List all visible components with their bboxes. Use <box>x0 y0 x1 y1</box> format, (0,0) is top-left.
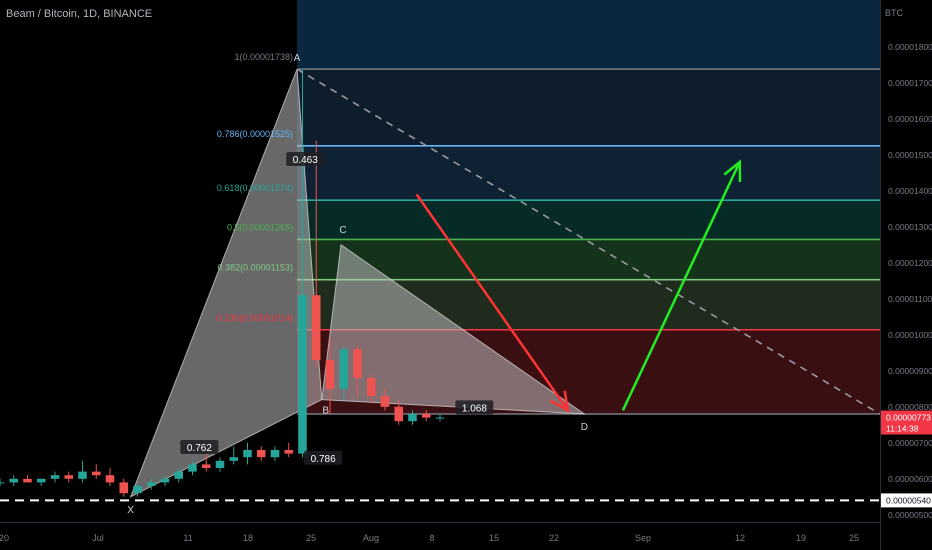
candle-body-23 <box>311 295 321 360</box>
x-tick-label-1: Jul <box>92 533 104 543</box>
candle-body-14 <box>188 464 197 472</box>
x-tick-label-6: 8 <box>429 533 434 543</box>
candle-body-1 <box>9 478 19 483</box>
candle-body-31 <box>421 414 431 418</box>
x-tick-label-2: 11 <box>183 533 192 543</box>
fib-label-0.382: 0.382(0.00001153) <box>218 263 293 273</box>
candle-body-5 <box>64 475 74 479</box>
y-tick-label-7: 0.00001200 <box>888 258 932 268</box>
candle-body-7 <box>91 471 101 476</box>
candle-body-0 <box>0 482 5 484</box>
candle-body-12 <box>160 478 170 483</box>
y-tick-label-2: 0.00000700 <box>888 438 932 448</box>
candle-body-32 <box>435 417 445 419</box>
x-tick-label-0: 20 <box>0 533 9 543</box>
price-countdown: 11:14:38 <box>886 424 919 434</box>
candle-body-21 <box>284 450 294 454</box>
candle-body-2 <box>23 478 32 483</box>
candle-body-10 <box>133 486 142 494</box>
y-tick-label-0: 0.00000500 <box>888 510 932 520</box>
candle-body-20 <box>270 450 280 458</box>
point-label-x: X <box>127 505 134 516</box>
y-tick-label-8: 0.00001300 <box>888 222 932 232</box>
y-tick-label-10: 0.00001500 <box>888 150 932 160</box>
fib-label-1: 1(0.00001738) <box>234 52 293 62</box>
y-axis-currency: BTC <box>885 8 904 18</box>
fib-zone-2 <box>297 200 880 240</box>
candle-body-27 <box>366 378 376 396</box>
candle-body-19 <box>256 450 266 458</box>
point-label-c: C <box>339 225 346 236</box>
y-tick-label-4: 0.00000900 <box>888 366 932 376</box>
candle-body-8 <box>105 475 115 483</box>
current-price-label: 0.00000773 <box>886 413 931 423</box>
fib-label-0.5: 0.5(0.00001265) <box>227 222 293 232</box>
candle-body-11 <box>146 482 156 486</box>
x-tick-label-11: 19 <box>796 533 806 543</box>
x-tick-label-10: 12 <box>735 533 745 543</box>
chart-title: Beam / Bitcoin, 1D, BINANCE <box>6 8 153 20</box>
point-label-a: A <box>294 53 301 64</box>
x-tick-label-7: 15 <box>489 533 499 543</box>
candle-body-15 <box>201 464 211 468</box>
candle-body-22 <box>298 295 307 454</box>
x-tick-label-8: 22 <box>549 533 559 543</box>
candle-body-6 <box>78 471 87 479</box>
candle-body-17 <box>229 457 239 461</box>
candle-body-29 <box>394 406 404 422</box>
fib-label-0.236: 0.236(0.00001014) <box>217 313 293 323</box>
x-tick-label-5: Aug <box>363 533 379 543</box>
y-tick-label-6: 0.00001100 <box>888 294 932 304</box>
fib-zone-0 <box>297 69 880 146</box>
y-tick-label-12: 0.00001700 <box>888 78 932 88</box>
x-tick-label-4: 25 <box>306 533 316 543</box>
fib-zone-1 <box>297 145 880 201</box>
candle-body-3 <box>36 478 46 483</box>
candle-body-4 <box>50 475 60 479</box>
y-tick-label-13: 0.00001800 <box>888 42 932 52</box>
chart-root: 1(0.00001738) 0.786(0.00001525) 0.618(0.00… <box>0 0 932 550</box>
candle-body-24 <box>325 360 335 389</box>
support-price-label: 0.00000540 <box>886 495 931 505</box>
candlestick-chart[interactable]: 1(0.00001738) 0.786(0.00001525) 0.618(0.00… <box>0 0 932 550</box>
fib-label-0.786: 0.786(0.00001525) <box>217 129 293 139</box>
x-tick-label-12: 25 <box>849 533 859 543</box>
y-tick-label-1: 0.00000600 <box>888 474 932 484</box>
x-tick-label-9: Sep <box>635 533 651 543</box>
candle-body-16 <box>215 460 225 468</box>
y-tick-label-11: 0.00001600 <box>888 114 932 124</box>
ratio-label-0: 0.463 <box>293 155 318 166</box>
y-tick-label-5: 0.00001000 <box>888 330 932 340</box>
fib-zone-3 <box>297 239 880 280</box>
candle-body-25 <box>339 349 349 389</box>
candle-body-28 <box>380 396 390 407</box>
ratio-label-1: 0.762 <box>187 443 212 454</box>
fib-zone-top <box>297 0 880 70</box>
x-tick-label-3: 18 <box>243 533 253 543</box>
ratio-label-3: 1.068 <box>462 403 487 414</box>
point-label-b: B <box>322 406 329 417</box>
fib-label-0.618: 0.618(0.00001374) <box>217 183 293 193</box>
ratio-label-2: 0.786 <box>311 454 336 465</box>
y-tick-label-3: 0.00000800 <box>888 402 932 412</box>
y-tick-label-9: 0.00001400 <box>888 186 932 196</box>
candle-body-13 <box>174 471 184 479</box>
candle-body-26 <box>353 349 362 378</box>
point-label-d: D <box>581 422 588 433</box>
candle-body-30 <box>408 414 417 422</box>
candle-body-18 <box>243 450 252 458</box>
candle-body-9 <box>119 482 129 494</box>
top-zone <box>297 0 880 70</box>
